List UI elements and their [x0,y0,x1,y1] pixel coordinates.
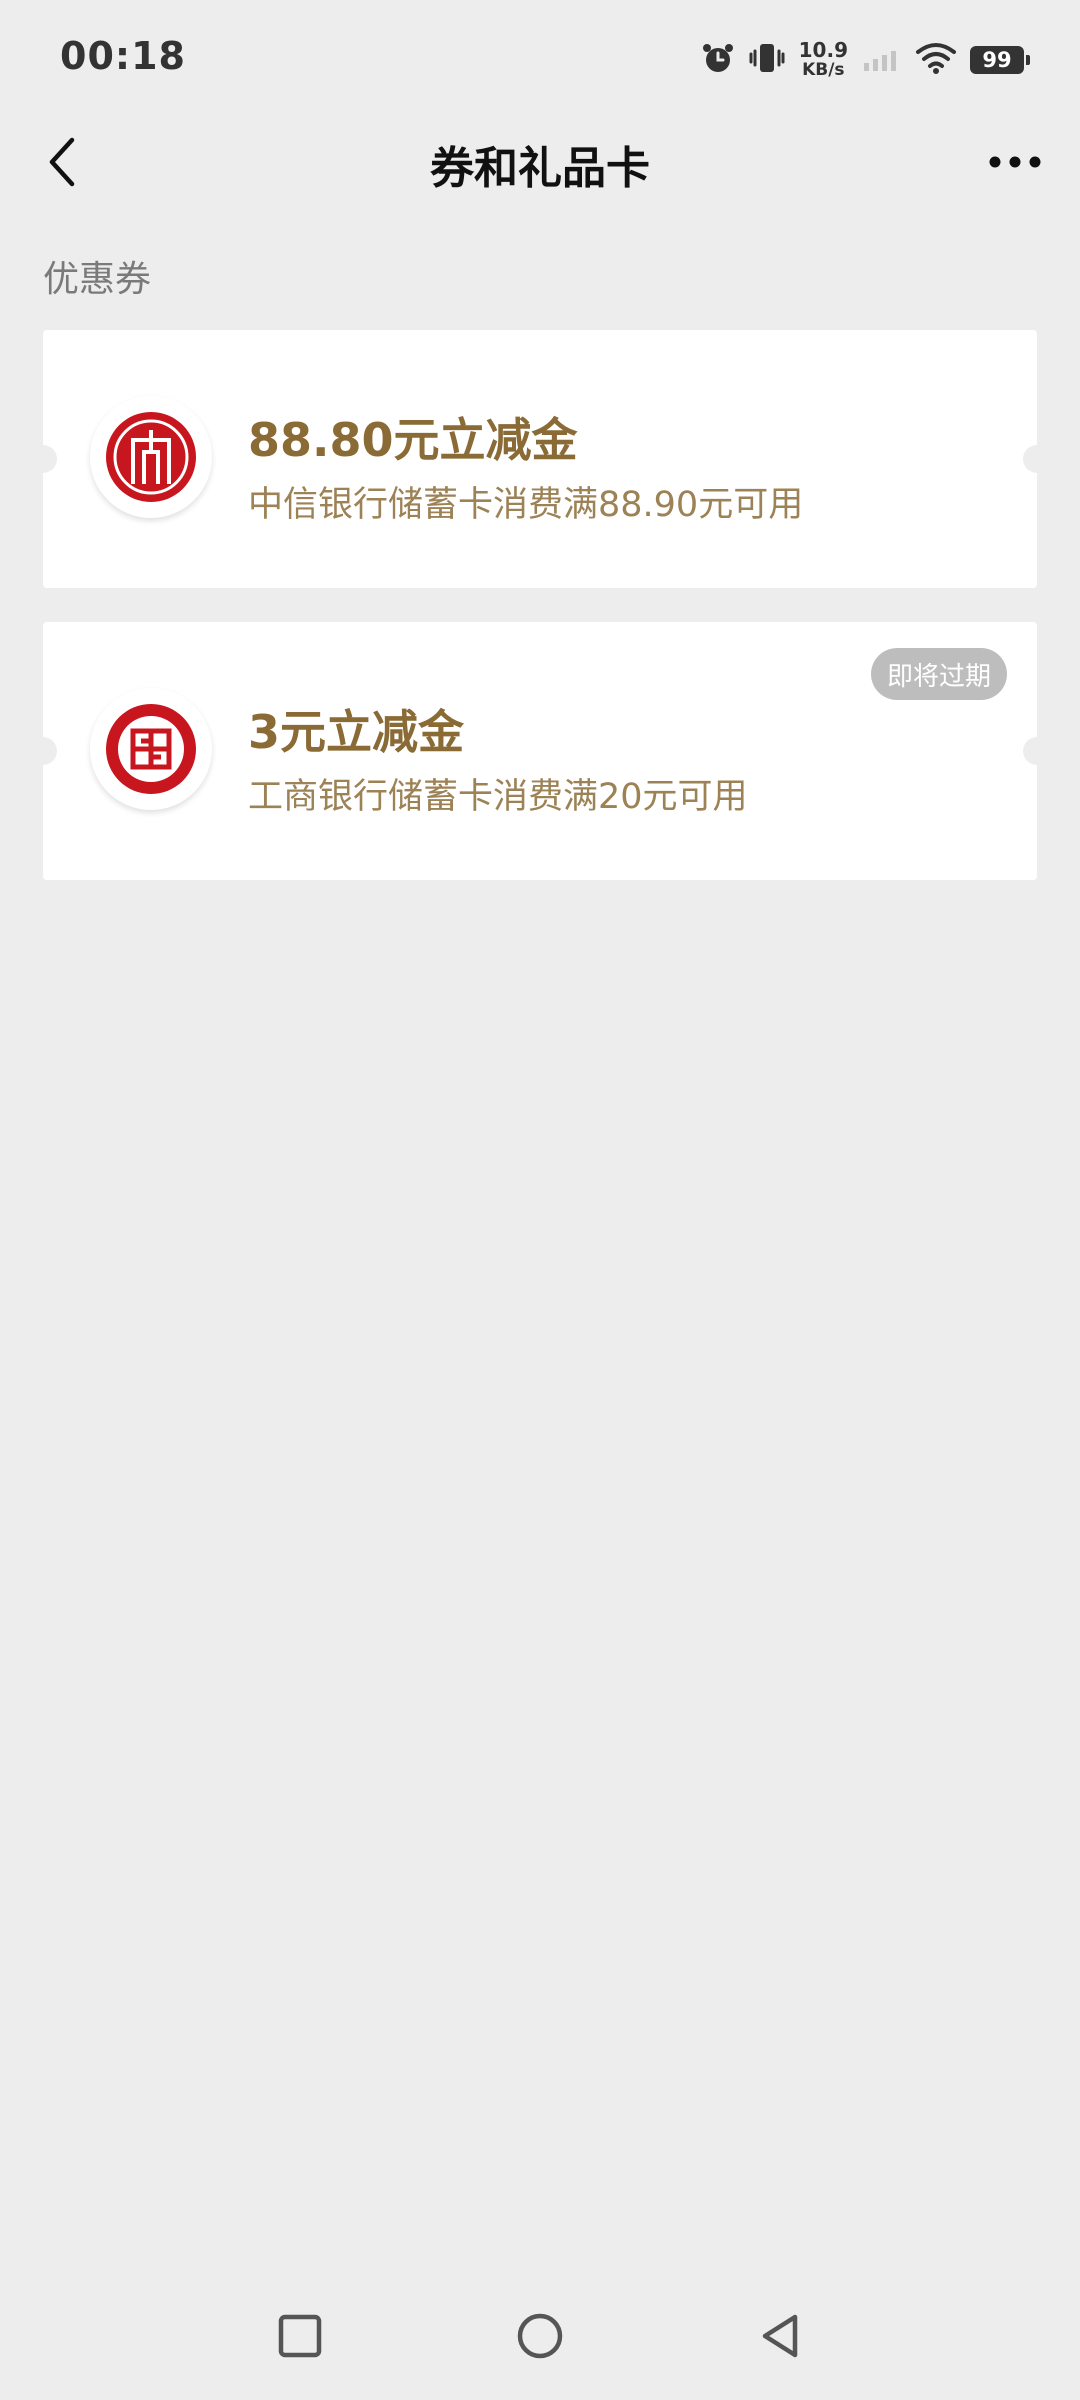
triangle-back-icon [762,2314,798,2358]
card-notch-left [29,445,57,473]
circle-icon [517,2313,563,2359]
card-notch-left [29,737,57,765]
page-title: 券和礼品卡 [430,143,650,194]
coupon-description: 中信银行储蓄卡消费满88.90元可用 [248,485,804,525]
card-notch-right [1023,737,1051,765]
coupon-card[interactable]: 88.80元立减金 中信银行储蓄卡消费满88.90元可用 [29,330,1051,588]
coupon-title: 88.80元立减金 [248,413,578,467]
more-button[interactable] [980,130,1050,194]
nav-bar: 券和礼品卡 [0,118,1080,208]
icbc-bank-logo-icon [90,688,212,810]
more-dots-icon [989,156,1041,168]
expiring-soon-badge: 即将过期 [870,648,1007,700]
network-speed: 10.9 KB/s [799,40,848,80]
signal-icon [862,43,902,77]
wifi-icon [916,42,956,78]
vibrate-icon [749,41,785,79]
citic-bank-logo-icon [90,396,212,518]
battery-icon: 99 [970,46,1030,74]
network-speed-value: 10.9 [798,38,848,62]
status-bar: 00:18 10.9 KB/s 99 [0,0,1080,118]
square-icon [278,2314,322,2358]
status-time: 00:18 [60,34,186,78]
coupon-description: 工商银行储蓄卡消费满20元可用 [248,777,748,817]
home-button[interactable] [512,2308,568,2364]
coupon-card[interactable]: 即将过期 3元立减金 工商银行储蓄卡消费满20元可用 [29,622,1051,880]
alarm-icon [701,41,735,79]
section-label-coupons: 优惠券 [43,259,152,300]
card-notch-right [1023,445,1051,473]
system-back-button[interactable] [752,2308,808,2364]
coupon-title: 3元立减金 [248,705,465,759]
system-navigation-bar [0,2290,1080,2380]
status-icons: 10.9 KB/s 99 [687,36,1030,84]
network-speed-unit: KB/s [802,60,845,80]
recent-apps-button[interactable] [272,2308,328,2364]
